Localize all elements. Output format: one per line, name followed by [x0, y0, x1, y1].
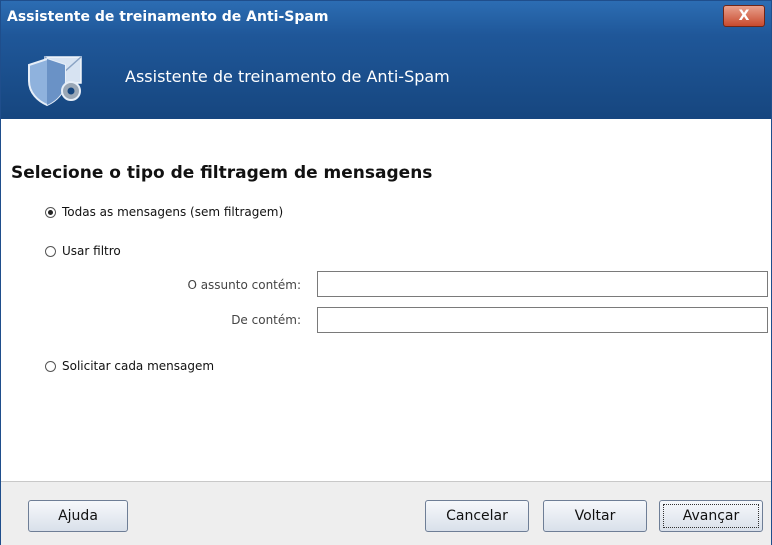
wizard-header: Assistente de treinamento de Anti-Spam [1, 35, 771, 119]
option-ask-each[interactable]: Solicitar cada mensagem [45, 359, 214, 373]
close-button[interactable]: X [723, 5, 765, 27]
help-button[interactable]: Ajuda [28, 500, 128, 532]
wizard-content: Selecione o tipo de filtragem de mensage… [1, 119, 771, 481]
cancel-button[interactable]: Cancelar [425, 500, 529, 532]
subject-label: O assunto contém: [187, 278, 301, 292]
section-title: Selecione o tipo de filtragem de mensage… [11, 163, 433, 183]
option-ask-each-label: Solicitar cada mensagem [62, 359, 215, 373]
title-bar[interactable]: Assistente de treinamento de Anti-Spam X [1, 1, 771, 35]
radio-all-messages[interactable] [45, 206, 56, 218]
from-contains-input[interactable] [317, 307, 768, 333]
option-use-filter-label: Usar filtro [62, 244, 121, 258]
radio-use-filter[interactable] [45, 245, 56, 257]
radio-ask-each[interactable] [45, 360, 56, 372]
window-title: Assistente de treinamento de Anti-Spam [7, 9, 329, 25]
from-label: De contém: [231, 313, 301, 327]
next-button[interactable]: Avançar [659, 500, 763, 532]
close-icon: X [738, 8, 750, 24]
shield-envelope-gear-icon [28, 56, 82, 107]
wizard-footer: Ajuda Cancelar Voltar Avançar [1, 481, 771, 545]
header-title: Assistente de treinamento de Anti-Spam [125, 67, 450, 86]
subject-contains-input[interactable] [317, 271, 768, 297]
option-all-messages[interactable]: Todas as mensagens (sem filtragem) [45, 205, 283, 219]
wizard-window: Assistente de treinamento de Anti-Spam X… [0, 0, 772, 545]
back-button[interactable]: Voltar [543, 500, 647, 532]
option-use-filter[interactable]: Usar filtro [45, 244, 121, 258]
option-all-messages-label: Todas as mensagens (sem filtragem) [62, 205, 284, 219]
